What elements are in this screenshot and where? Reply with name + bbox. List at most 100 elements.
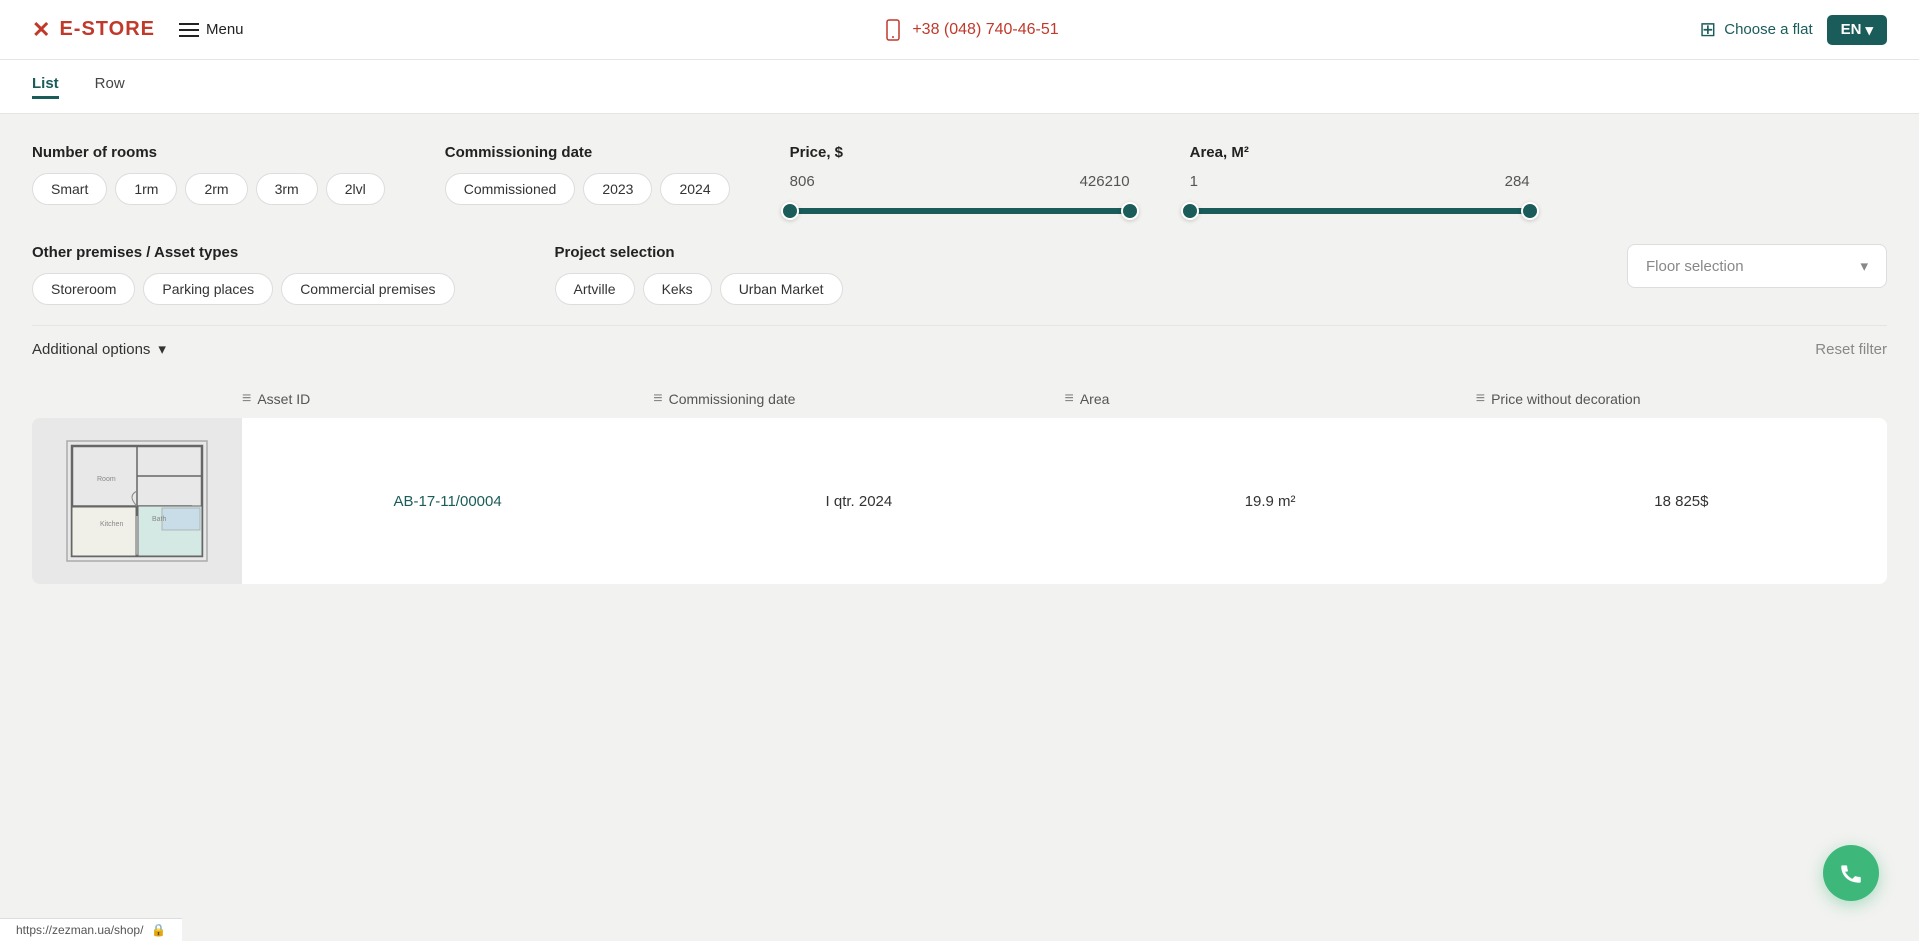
filter-row-1: Number of rooms Smart 1rm 2rm 3rm 2lvl C…	[32, 144, 1887, 216]
area-range-track[interactable]	[1190, 208, 1530, 214]
price-thumb-left[interactable]	[781, 202, 799, 220]
project-chips: Artville Keks Urban Market	[555, 273, 843, 305]
area-filter: Area, M² 1 284	[1190, 144, 1530, 216]
chip-2lvl[interactable]: 2lvl	[326, 173, 385, 205]
th-area: ≡ Area	[1065, 390, 1476, 408]
area-thumb-right[interactable]	[1521, 202, 1539, 220]
commissioning-date-value: I qtr. 2024	[826, 493, 893, 510]
price-range-values: 806 426210	[790, 173, 1130, 190]
lang-label: EN	[1841, 21, 1862, 38]
cell-area: 19.9 m²	[1065, 418, 1476, 584]
additional-options-row: Additional options ▾ Reset filter	[32, 325, 1887, 372]
commissioning-chips: Commissioned 2023 2024	[445, 173, 730, 205]
cell-thumbnail[interactable]: Kitchen Bath Room	[32, 418, 242, 584]
price-min: 806	[790, 173, 815, 190]
sort-icon: ≡	[653, 390, 662, 408]
header: ✕ E-STORE Menu +38 (048) 740-46-51 ⊞ Cho…	[0, 0, 1919, 60]
chip-keks[interactable]: Keks	[643, 273, 712, 305]
additional-options-label: Additional options	[32, 341, 150, 358]
header-left: ✕ E-STORE Menu	[32, 17, 244, 43]
choose-flat-label: Choose a flat	[1724, 21, 1812, 38]
floor-select[interactable]: Floor selection ▾	[1627, 244, 1887, 288]
menu-button[interactable]: Menu	[179, 21, 244, 38]
sort-icon: ≡	[1476, 390, 1485, 408]
price-value: 18 825$	[1654, 493, 1708, 510]
rooms-chips: Smart 1rm 2rm 3rm 2lvl	[32, 173, 385, 205]
status-url: https://zezman.ua/shop/	[16, 923, 143, 937]
sort-icon: ≡	[242, 390, 251, 408]
phone-number[interactable]: +38 (048) 740-46-51	[912, 21, 1058, 39]
chip-smart[interactable]: Smart	[32, 173, 107, 205]
chip-artville[interactable]: Artville	[555, 273, 635, 305]
chip-storeroom[interactable]: Storeroom	[32, 273, 135, 305]
chip-1rm[interactable]: 1rm	[115, 173, 177, 205]
call-button[interactable]	[1823, 845, 1879, 901]
th-asset-id-label: Asset ID	[257, 391, 310, 407]
grid-icon: ⊞	[1699, 17, 1716, 42]
svg-text:Kitchen: Kitchen	[100, 521, 123, 528]
tab-list[interactable]: List	[32, 75, 59, 99]
area-max: 284	[1505, 173, 1530, 190]
logo: ✕ E-STORE	[32, 17, 155, 43]
language-button[interactable]: EN ▾	[1827, 15, 1887, 45]
additional-options-toggle[interactable]: Additional options ▾	[32, 340, 166, 358]
price-filter: Price, $ 806 426210	[790, 144, 1130, 216]
choose-flat-button[interactable]: ⊞ Choose a flat	[1699, 17, 1812, 42]
chevron-down-icon: ▾	[158, 340, 166, 358]
price-range-track[interactable]	[790, 208, 1130, 214]
logo-icon: ✕	[32, 17, 51, 43]
floor-filter: Floor selection ▾	[1627, 244, 1887, 288]
flat-plan-svg: Kitchen Bath Room	[62, 436, 212, 566]
filter-row-2: Other premises / Asset types Storeroom P…	[32, 244, 1887, 305]
th-price: ≡ Price without decoration	[1476, 390, 1887, 408]
commissioning-label: Commissioning date	[445, 144, 730, 161]
cell-asset-id: AB-17-11/00004	[242, 418, 653, 584]
th-asset-id: ≡ Asset ID	[242, 390, 653, 408]
chip-2rm[interactable]: 2rm	[185, 173, 247, 205]
project-filter: Project selection Artville Keks Urban Ma…	[555, 244, 843, 305]
chevron-down-icon: ▾	[1860, 257, 1868, 275]
phone-call-icon	[1838, 860, 1864, 886]
chip-2024[interactable]: 2024	[660, 173, 729, 205]
other-premises-label: Other premises / Asset types	[32, 244, 455, 261]
table-body: Kitchen Bath Room AB-17-11/00004 I qtr. …	[0, 418, 1919, 584]
menu-icon	[179, 23, 199, 37]
filters-area: Number of rooms Smart 1rm 2rm 3rm 2lvl C…	[0, 114, 1919, 372]
chip-urban-market[interactable]: Urban Market	[720, 273, 843, 305]
other-premises-filter: Other premises / Asset types Storeroom P…	[32, 244, 455, 305]
commissioning-filter: Commissioning date Commissioned 2023 202…	[445, 144, 730, 205]
chip-parking[interactable]: Parking places	[143, 273, 273, 305]
cell-price: 18 825$	[1476, 418, 1887, 584]
chip-2023[interactable]: 2023	[583, 173, 652, 205]
svg-text:Room: Room	[97, 476, 116, 483]
view-toggle: List Row	[0, 60, 1919, 114]
th-area-label: Area	[1080, 391, 1110, 407]
tab-row[interactable]: Row	[95, 75, 125, 99]
price-thumb-right[interactable]	[1121, 202, 1139, 220]
table-header: ≡ Asset ID ≡ Commissioning date ≡ Area ≡…	[0, 380, 1919, 418]
status-bar: https://zezman.ua/shop/ 🔒	[0, 918, 182, 941]
logo-text: E-STORE	[59, 18, 155, 41]
chevron-down-icon: ▾	[1865, 21, 1873, 39]
chip-commissioned[interactable]: Commissioned	[445, 173, 576, 205]
project-label: Project selection	[555, 244, 843, 261]
asset-id-value: AB-17-11/00004	[394, 493, 502, 510]
menu-label: Menu	[206, 21, 244, 38]
table-row: Kitchen Bath Room AB-17-11/00004 I qtr. …	[32, 418, 1887, 584]
floor-select-label: Floor selection	[1646, 258, 1744, 275]
price-label: Price, $	[790, 144, 1130, 161]
chip-commercial[interactable]: Commercial premises	[281, 273, 454, 305]
th-commissioning-date-label: Commissioning date	[669, 391, 796, 407]
other-premises-chips: Storeroom Parking places Commercial prem…	[32, 273, 455, 305]
phone-icon	[884, 18, 902, 40]
chip-3rm[interactable]: 3rm	[256, 173, 318, 205]
svg-text:Bath: Bath	[152, 516, 167, 523]
area-label: Area, M²	[1190, 144, 1530, 161]
area-thumb-left[interactable]	[1181, 202, 1199, 220]
rooms-label: Number of rooms	[32, 144, 385, 161]
status-icon: 🔒	[151, 923, 166, 937]
header-right: ⊞ Choose a flat EN ▾	[1699, 15, 1887, 45]
cell-commissioning-date: I qtr. 2024	[653, 418, 1064, 584]
price-max: 426210	[1080, 173, 1130, 190]
reset-filter-button[interactable]: Reset filter	[1815, 341, 1887, 358]
